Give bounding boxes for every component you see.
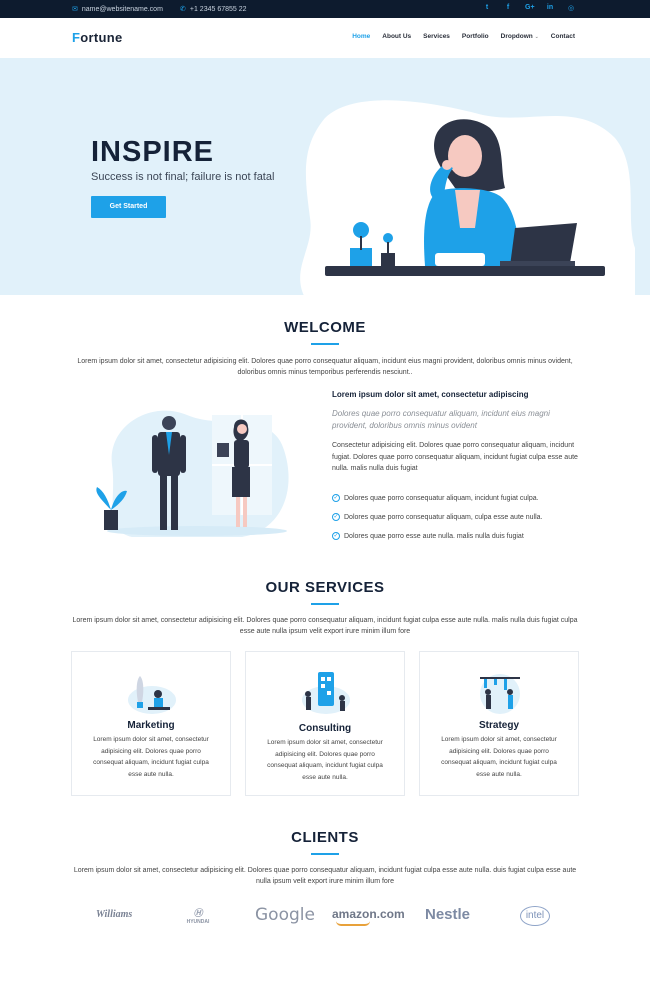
- client-logo-hyundai: Ⓗ HYUNDAI: [181, 906, 215, 925]
- phone-icon: ✆: [180, 6, 186, 13]
- hero-section: INSPIRE Success is not final; failure is…: [0, 58, 650, 295]
- clients-title: CLIENTS: [291, 829, 359, 846]
- logo[interactable]: Fortune: [72, 30, 123, 45]
- twitter-icon[interactable]: t: [483, 4, 491, 12]
- site-header: Fortune Home About Us Services Portfolio…: [0, 18, 650, 58]
- rocket-icon: [128, 676, 176, 714]
- clients-text: Lorem ipsum dolor sit amet, consectetur …: [73, 867, 577, 885]
- email-contact[interactable]: ✉ name@websitename.com: [72, 5, 163, 14]
- services-underline: [311, 603, 339, 605]
- welcome-title: WELCOME: [284, 319, 366, 336]
- check-circle-icon: ✓: [332, 494, 340, 502]
- phone-text: +1 2345 67855 22: [189, 5, 247, 13]
- business-people-illustration: [96, 410, 289, 537]
- client-logo-intel: intel: [520, 906, 550, 926]
- mail-icon: ✉: [72, 6, 78, 13]
- service-title: Marketing: [127, 720, 175, 731]
- chevron-down-icon: ⌄: [534, 34, 539, 40]
- about-paragraph: Consectetur adipisicing elit. Dolores qu…: [332, 442, 578, 472]
- service-title: Consulting: [298, 723, 352, 734]
- about-italic-text: Dolores quae porro consequatur aliquam, …: [332, 409, 550, 430]
- client-logo-amazon: amazon.com: [332, 907, 405, 926]
- linkedin-icon[interactable]: in: [546, 4, 554, 12]
- checklist-item: ✓ Dolores quae porro esse aute nulla. mal…: [332, 532, 524, 540]
- services-text: Lorem ipsum dolor sit amet, consectetur …: [72, 617, 578, 635]
- nav-home[interactable]: Home: [352, 33, 370, 40]
- checklist: ✓ Dolores quae porro consequatur aliquam,…: [332, 489, 582, 546]
- service-card-marketing[interactable]: Marketing Lorem ipsum dolor sit amet, co…: [71, 651, 231, 796]
- hero-title: INSPIRE: [91, 136, 215, 168]
- hero-subtitle: Success is not final; failure is not fat…: [91, 171, 275, 183]
- phone-contact[interactable]: ✆ +1 2345 67855 22: [180, 5, 247, 14]
- service-card-consulting[interactable]: Consulting Lorem ipsum dolor sit amet, c…: [245, 651, 405, 796]
- checklist-item: ✓ Dolores quae porro consequatur aliquam,…: [332, 513, 543, 521]
- service-title: Strategy: [478, 720, 519, 731]
- top-bar: ✉ name@websitename.com ✆ +1 2345 67855 2…: [0, 0, 650, 18]
- amazon-smile-icon: [336, 921, 370, 926]
- instagram-icon[interactable]: ◎: [567, 4, 575, 12]
- email-text: name@websitename.com: [81, 5, 163, 13]
- phone-app-icon: [302, 672, 350, 714]
- checklist-item: ✓ Dolores quae porro consequatur aliquam,…: [332, 494, 539, 502]
- team-board-icon: [480, 674, 520, 714]
- nav-dropdown[interactable]: Dropdown ⌄: [501, 33, 539, 40]
- main-nav: Home About Us Services Portfolio Dropdow…: [352, 33, 575, 40]
- about-content: Lorem ipsum dolor sit amet, consectetur …: [332, 390, 582, 546]
- nav-portfolio[interactable]: Portfolio: [462, 33, 489, 40]
- client-logo-nestle: Nestle: [425, 906, 471, 923]
- services-title: OUR SERVICES: [265, 579, 385, 596]
- service-text: Lorem ipsum dolor sit amet, consectetur …: [267, 739, 383, 781]
- nav-about-us[interactable]: About Us: [382, 33, 411, 40]
- client-logo-williams: Williams: [96, 909, 133, 920]
- check-circle-icon: ✓: [332, 513, 340, 521]
- get-started-button[interactable]: Get Started: [91, 196, 166, 218]
- welcome-underline: [311, 343, 339, 345]
- service-text: Lorem ipsum dolor sit amet, consectetur …: [441, 736, 557, 778]
- client-logos: Williams Ⓗ HYUNDAI Google amazon.com Nes…: [0, 902, 650, 932]
- facebook-icon[interactable]: f: [504, 4, 512, 12]
- hyundai-emblem-icon: Ⓗ: [193, 908, 203, 918]
- client-logo-google: Google: [255, 905, 315, 925]
- service-card-strategy[interactable]: Strategy Lorem ipsum dolor sit amet, con…: [419, 651, 579, 796]
- check-circle-icon: ✓: [332, 532, 340, 540]
- nav-services[interactable]: Services: [423, 33, 450, 40]
- google-plus-icon[interactable]: G+: [525, 4, 535, 12]
- service-text: Lorem ipsum dolor sit amet, consectetur …: [93, 736, 209, 778]
- social-links: t f G+ in ◎: [483, 4, 575, 12]
- about-heading: Lorem ipsum dolor sit amet, consectetur …: [332, 390, 529, 399]
- nav-contact[interactable]: Contact: [551, 33, 575, 40]
- woman-at-desk-illustration: [300, 100, 635, 295]
- welcome-text: Lorem ipsum dolor sit amet, consectetur …: [77, 358, 573, 376]
- clients-underline: [311, 853, 339, 855]
